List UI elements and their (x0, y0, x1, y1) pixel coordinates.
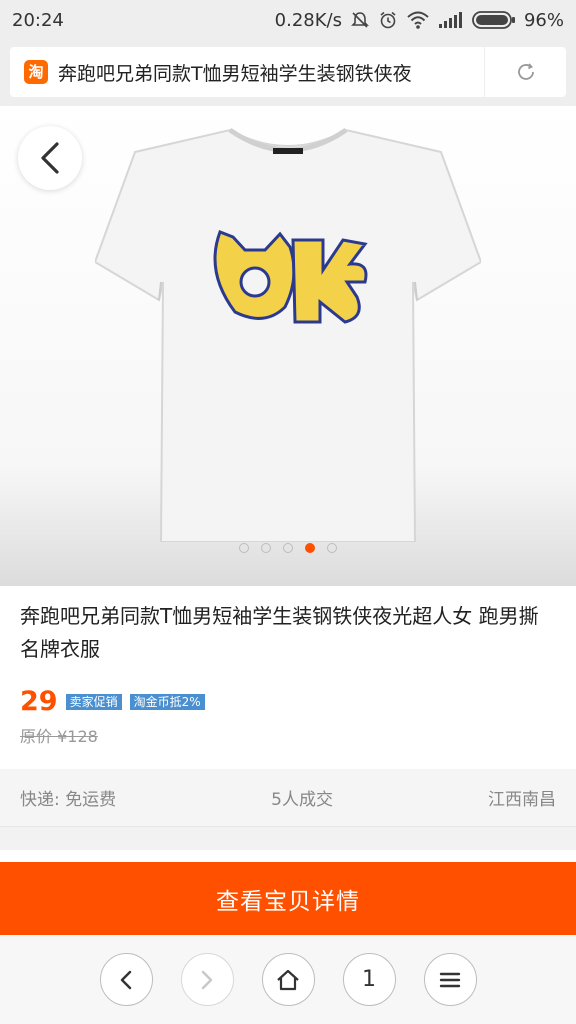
status-time: 20:24 (12, 9, 64, 31)
product-price: 29 (20, 686, 58, 717)
menu-button[interactable] (423, 953, 477, 1006)
original-price: 原价 ¥128 (20, 727, 98, 746)
tab-count: 1 (362, 967, 376, 992)
chevron-left-icon (41, 142, 59, 174)
product-title: 奔跑吧兄弟同款T恤男短袖学生装钢铁侠夜光超人女 跑男撕名牌衣服 (20, 604, 539, 661)
wifi-icon (406, 10, 430, 30)
shipping-info: 快递: 免运费 (20, 790, 117, 810)
reload-button[interactable] (484, 47, 566, 97)
home-icon (277, 969, 299, 990)
browser-forward-button[interactable] (180, 953, 234, 1006)
taobao-logo-icon: 淘 (24, 60, 48, 84)
product-image (95, 127, 481, 542)
gallery-pagination (0, 543, 576, 553)
browser-back-button[interactable] (99, 953, 153, 1006)
browser-bottom-nav: 1 (0, 935, 576, 1024)
menu-icon (439, 972, 461, 987)
view-details-button[interactable]: 查看宝贝详情 (0, 862, 576, 935)
status-bar: 20:24 0.28K/s 96% (0, 0, 576, 40)
product-gallery[interactable] (0, 106, 576, 586)
back-button[interactable] (18, 126, 82, 190)
divider (0, 850, 576, 862)
page-title[interactable]: 奔跑吧兄弟同款T恤男短袖学生装钢铁侠夜 (58, 59, 484, 86)
address-box[interactable]: 淘 奔跑吧兄弟同款T恤男短袖学生装钢铁侠夜 (10, 47, 566, 97)
coin-badge: 淘金币抵2% (129, 693, 205, 710)
chevron-left-icon (120, 970, 132, 989)
chevron-right-icon (201, 970, 213, 989)
pagination-dot[interactable] (327, 543, 337, 553)
alarm-icon (378, 10, 398, 30)
delivery-info: 快递: 免运费 5人成交 江西南昌 (0, 769, 576, 827)
mute-bell-icon (350, 10, 370, 30)
home-button[interactable] (261, 953, 315, 1006)
reload-icon (517, 63, 534, 80)
url-bar: 淘 奔跑吧兄弟同款T恤男短袖学生装钢铁侠夜 (0, 40, 576, 106)
pagination-dot[interactable] (261, 543, 271, 553)
network-speed: 0.28K/s (274, 9, 342, 31)
pagination-dot-active[interactable] (305, 543, 315, 553)
battery-icon (472, 10, 516, 30)
seller-location: 江西南昌 (488, 790, 556, 810)
price-row: 29 卖家促销 淘金币抵2% (20, 686, 556, 717)
product-info: 奔跑吧兄弟同款T恤男短袖学生装钢铁侠夜光超人女 跑男撕名牌衣服 29 卖家促销 … (0, 586, 576, 769)
signal-icon (438, 11, 464, 29)
battery-level: 96% (523, 9, 564, 31)
pagination-dot[interactable] (239, 543, 249, 553)
pagination-dot[interactable] (283, 543, 293, 553)
promo-badge: 卖家促销 (65, 693, 122, 710)
sales-count: 5人成交 (271, 790, 333, 810)
status-right: 0.28K/s 96% (275, 10, 564, 31)
tabs-button[interactable]: 1 (342, 953, 396, 1006)
